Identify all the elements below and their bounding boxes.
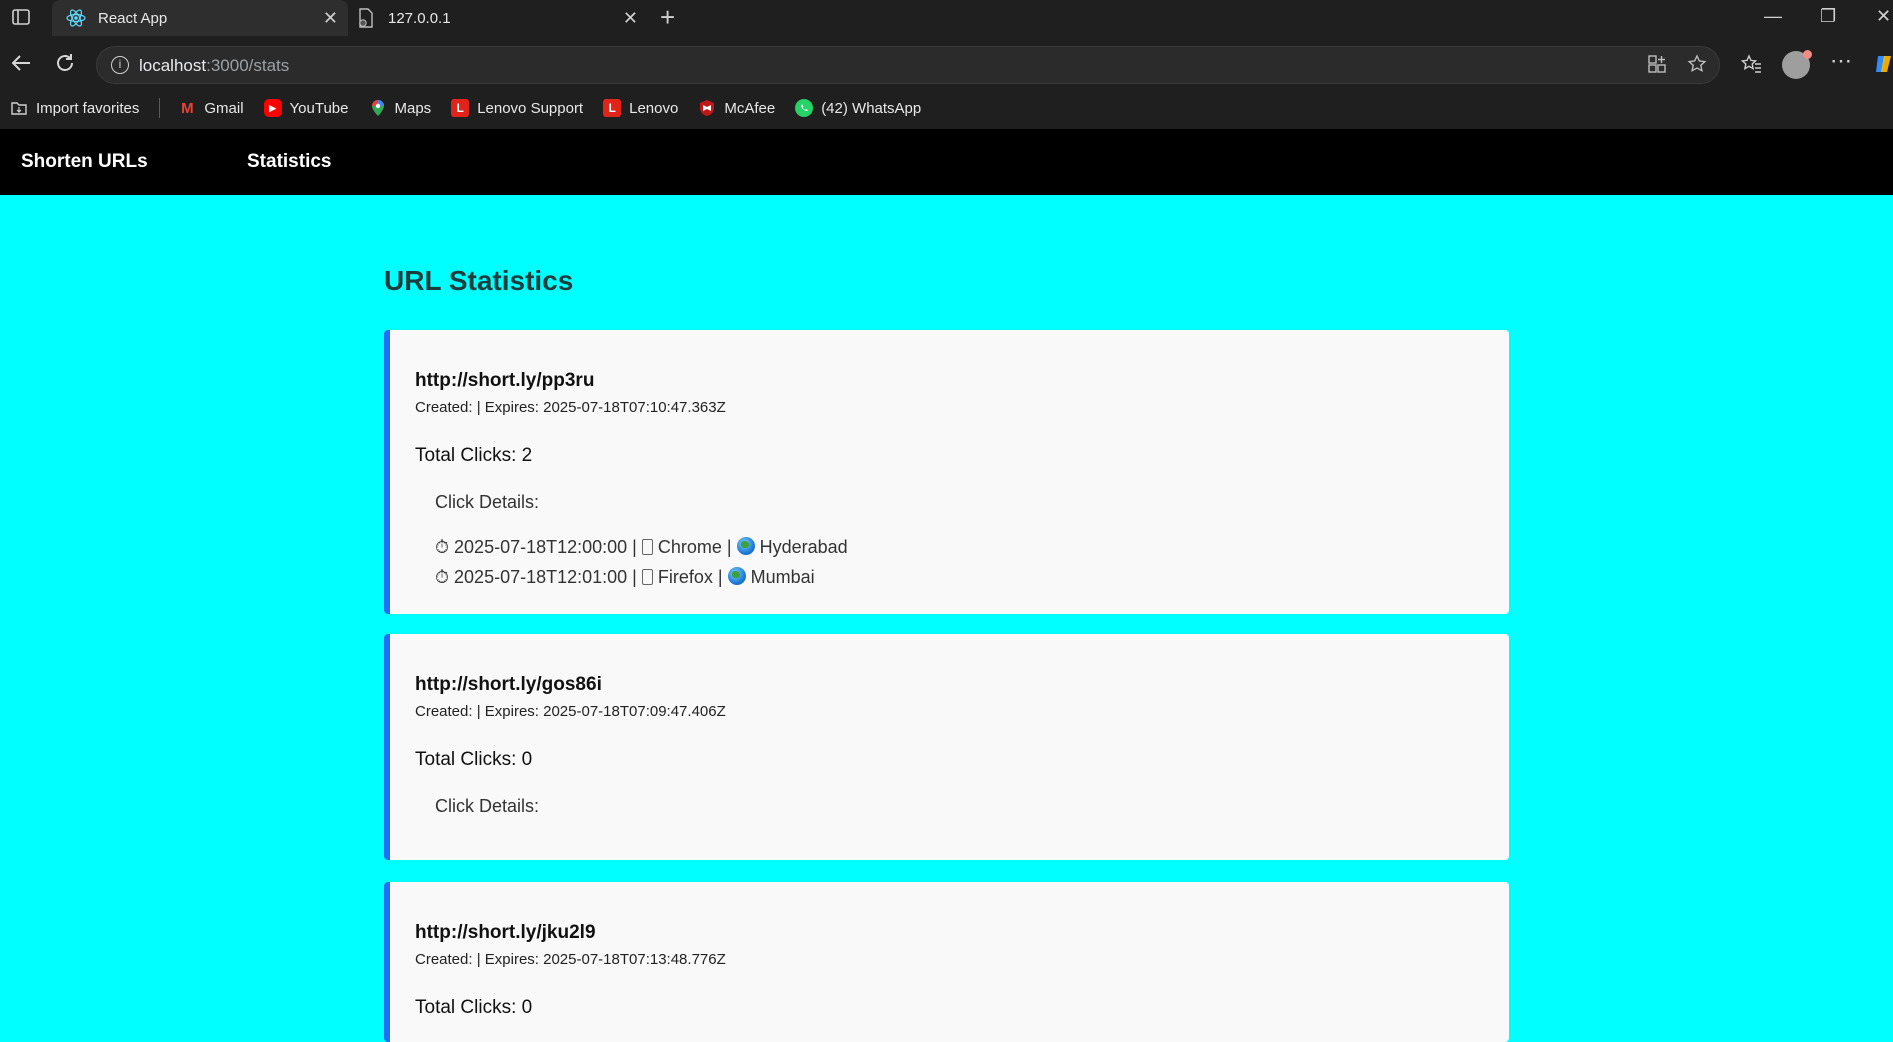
page-title: URL Statistics <box>384 265 574 296</box>
info-icon[interactable]: i <box>111 56 129 74</box>
nav-statistics[interactable]: Statistics <box>247 151 331 173</box>
minimize-icon[interactable]: — <box>1764 6 1782 27</box>
url-stat-card: http://short.ly/gos86i Created: | Expire… <box>384 634 1509 860</box>
react-icon <box>66 8 86 28</box>
close-tab-icon[interactable]: ✕ <box>323 8 338 29</box>
tab-title: 127.0.0.1 <box>388 9 451 27</box>
address-bar[interactable]: i localhost:3000/stats <box>96 46 1720 84</box>
page-icon <box>356 8 376 28</box>
click-details-label: Click Details: <box>435 492 540 512</box>
click-detail-row: ⏱ 2025-07-18T12:01:00 | Firefox | Mumbai <box>435 567 815 588</box>
bookmark-maps[interactable]: Maps <box>369 99 431 117</box>
short-url[interactable]: http://short.ly/gos86i <box>415 674 602 696</box>
globe-icon <box>727 567 746 585</box>
click-time: ⏱ 2025-07-18T12:01:00 | <box>435 567 637 587</box>
bookmark-separator <box>159 98 161 118</box>
total-clicks: Total Clicks: 2 <box>415 445 533 466</box>
youtube-icon: ▶ <box>263 99 282 117</box>
notification-dot <box>1803 50 1812 59</box>
copilot-icon[interactable] <box>1874 54 1893 80</box>
close-window-icon[interactable]: ✕ <box>1876 6 1891 27</box>
gmail-icon: M <box>181 99 194 117</box>
click-time: ⏱ 2025-07-18T12:00:00 | <box>435 537 637 557</box>
device-icon <box>641 539 653 555</box>
click-browser: Firefox | <box>657 567 723 587</box>
bookmark-mcafee[interactable]: McAfee <box>698 99 775 117</box>
address-url[interactable]: localhost:3000/stats <box>139 56 289 76</box>
total-clicks: Total Clicks: 0 <box>415 749 533 770</box>
click-detail-row: ⏱ 2025-07-18T12:00:00 | Chrome | Hyderab… <box>435 537 848 558</box>
globe-icon <box>736 537 755 555</box>
import-icon <box>10 99 28 117</box>
url-stat-card: http://short.ly/jku2l9 Created: | Expire… <box>384 882 1509 1042</box>
apps-icon[interactable] <box>1647 54 1667 80</box>
bookmark-import-favorites[interactable]: Import favorites <box>10 99 139 117</box>
click-location: Hyderabad <box>759 537 848 557</box>
click-location: Mumbai <box>750 567 815 587</box>
maps-pin-icon <box>369 99 387 117</box>
tab-actions-icon[interactable] <box>12 8 30 31</box>
short-url[interactable]: http://short.ly/pp3ru <box>415 370 594 392</box>
bookmark-gmail[interactable]: M Gmail <box>178 99 243 117</box>
tab-react-app[interactable]: React App ✕ <box>52 0 348 36</box>
click-browser: Chrome | <box>657 537 732 557</box>
more-icon[interactable]: ⋯ <box>1830 48 1852 74</box>
plus-icon[interactable]: + <box>660 2 675 33</box>
url-meta: Created: | Expires: 2025-07-18T07:13:48.… <box>415 951 726 968</box>
bookmark-youtube[interactable]: ▶ YouTube <box>263 99 349 117</box>
toolbar: i localhost:3000/stats ⋯ <box>0 46 1893 86</box>
click-details-label: Click Details: <box>435 796 540 816</box>
url-stat-card: http://short.ly/pp3ru Created: | Expires… <box>384 330 1509 614</box>
restore-icon[interactable]: ❐ <box>1820 6 1836 27</box>
lenovo-icon: L <box>603 99 622 117</box>
tab-bar: React App ✕ 127.0.0.1 ✕ + — ❐ ✕ <box>0 0 1893 36</box>
back-arrow-icon[interactable] <box>10 52 32 80</box>
refresh-icon[interactable] <box>54 52 76 80</box>
mcafee-shield-icon <box>698 99 716 117</box>
bookmark-lenovo[interactable]: L Lenovo <box>603 99 678 117</box>
device-icon <box>641 569 653 585</box>
total-clicks: Total Clicks: 0 <box>415 997 533 1018</box>
lenovo-icon: L <box>451 99 470 117</box>
url-meta: Created: | Expires: 2025-07-18T07:10:47.… <box>415 399 726 416</box>
nav-shorten-urls[interactable]: Shorten URLs <box>21 151 148 173</box>
app-navbar: Shorten URLs Statistics <box>0 129 1893 195</box>
tab-title: React App <box>98 9 168 27</box>
tab-127[interactable]: 127.0.0.1 ✕ <box>352 0 648 36</box>
whatsapp-icon <box>795 99 814 117</box>
close-tab-icon[interactable]: ✕ <box>623 8 638 29</box>
bookmarks-bar: Import favorites M Gmail ▶ YouTube Maps … <box>0 93 1893 123</box>
url-meta: Created: | Expires: 2025-07-18T07:09:47.… <box>415 703 726 720</box>
short-url[interactable]: http://short.ly/jku2l9 <box>415 922 596 944</box>
star-icon[interactable] <box>1687 54 1707 80</box>
bookmark-lenovo-support[interactable]: L Lenovo Support <box>451 99 583 117</box>
bookmark-whatsapp[interactable]: (42) WhatsApp <box>795 99 921 117</box>
browser-chrome: React App ✕ 127.0.0.1 ✕ + — ❐ ✕ i localh… <box>0 0 1893 129</box>
favorites-icon[interactable] <box>1740 54 1762 80</box>
